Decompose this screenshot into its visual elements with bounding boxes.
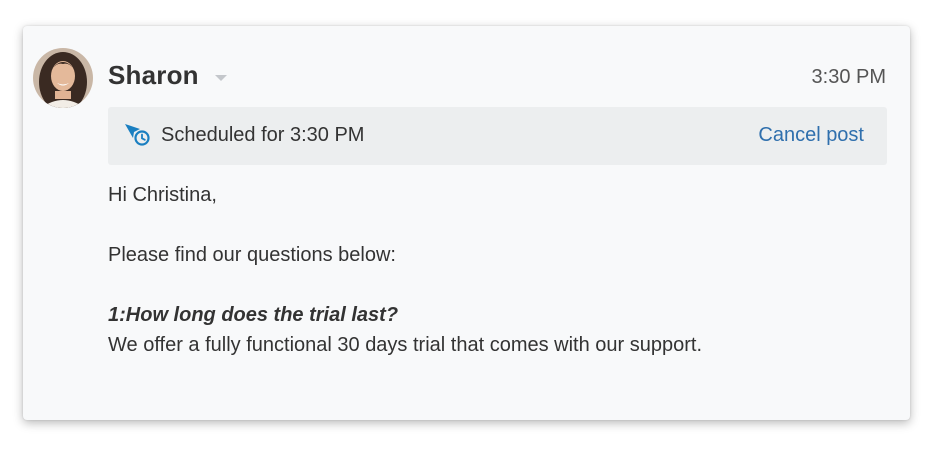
avatar[interactable] bbox=[33, 48, 93, 108]
intro-text: Please find our questions below: bbox=[108, 244, 396, 266]
scheduled-banner: Scheduled for 3:30 PM Cancel post bbox=[108, 107, 887, 165]
sender-header: Sharon bbox=[108, 60, 227, 91]
avatar-image bbox=[33, 48, 93, 108]
question-text: 1:How long does the trial last? bbox=[108, 304, 399, 326]
message-time: 3:30 PM bbox=[811, 66, 886, 88]
answer-text: We offer a fully functional 30 days tria… bbox=[108, 334, 703, 356]
sender-name: Sharon bbox=[108, 60, 199, 90]
message-card: Sharon 3:30 PM Scheduled for 3:30 PM Can… bbox=[23, 26, 910, 420]
scheduled-text: Scheduled for 3:30 PM bbox=[161, 124, 365, 146]
message-body: Hi Christina, Please find our questions … bbox=[108, 180, 888, 360]
greeting-text: Hi Christina, bbox=[108, 184, 217, 206]
cancel-post-link[interactable]: Cancel post bbox=[758, 124, 864, 147]
scheduled-send-icon bbox=[125, 124, 150, 146]
chevron-down-icon[interactable] bbox=[214, 74, 227, 81]
